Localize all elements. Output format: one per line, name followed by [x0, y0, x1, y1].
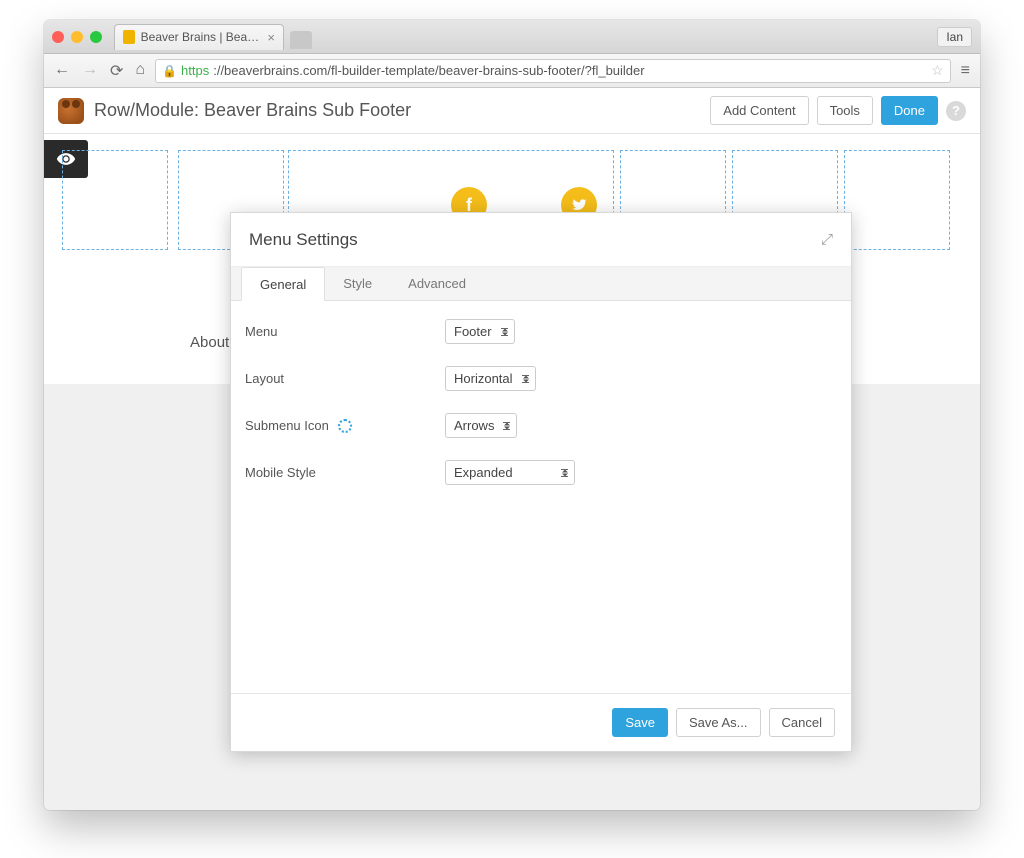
modal-tabs: General Style Advanced [231, 267, 851, 301]
menu-label: Menu [245, 324, 445, 339]
url-input[interactable]: 🔒 https ://beaverbrains.com/fl-builder-te… [155, 59, 951, 83]
modal-header: Menu Settings ⤢ [231, 213, 851, 267]
field-mobile-style: Mobile Style Expanded [245, 460, 837, 485]
back-icon[interactable]: ← [54, 61, 70, 81]
window-controls [52, 31, 102, 43]
favicon-icon [123, 30, 135, 44]
cancel-button[interactable]: Cancel [769, 708, 835, 737]
forward-icon[interactable]: → [82, 61, 98, 81]
page-viewport: Row/Module: Beaver Brains Sub Footer Add… [44, 88, 980, 810]
help-icon[interactable]: ? [946, 101, 966, 121]
menu-settings-modal: Menu Settings ⤢ General Style Advanced M… [230, 212, 852, 752]
lock-icon: 🔒 [162, 64, 177, 78]
browser-tab[interactable]: Beaver Brains | Beaver Bra × [114, 24, 284, 50]
layout-select[interactable]: Horizontal [445, 366, 536, 391]
field-menu: Menu Footer [245, 319, 837, 344]
save-as-button[interactable]: Save As... [676, 708, 761, 737]
column-placeholder[interactable] [62, 150, 168, 250]
about-label: About [190, 334, 229, 351]
url-https: https [181, 63, 209, 78]
browser-window: Beaver Brains | Beaver Bra × Ian ← → ⟳ ⌂… [44, 20, 980, 810]
mobile-style-select[interactable]: Expanded [445, 460, 575, 485]
submenu-icon-select[interactable]: Arrows [445, 413, 517, 438]
tab-advanced[interactable]: Advanced [390, 267, 484, 300]
loading-spinner-icon [338, 419, 352, 433]
modal-body: Menu Footer Layout Horizontal Submenu Ic… [231, 301, 851, 693]
done-button[interactable]: Done [881, 96, 938, 125]
new-tab-button[interactable] [290, 31, 312, 49]
add-content-button[interactable]: Add Content [710, 96, 808, 125]
tab-style[interactable]: Style [325, 267, 390, 300]
modal-title: Menu Settings [249, 230, 358, 250]
menu-icon[interactable]: ≡ [961, 62, 970, 80]
beaver-logo-icon [58, 98, 84, 124]
tools-button[interactable]: Tools [817, 96, 873, 125]
home-icon[interactable]: ⌂ [135, 61, 145, 81]
chevron-updown-icon [504, 422, 510, 429]
submenu-icon-label: Submenu Icon [245, 418, 445, 434]
window-close-button[interactable] [52, 31, 64, 43]
reload-icon[interactable]: ⟳ [110, 61, 123, 81]
column-placeholder[interactable] [844, 150, 950, 250]
window-maximize-button[interactable] [90, 31, 102, 43]
tab-general[interactable]: General [241, 267, 325, 301]
nav-icons: ← → ⟳ ⌂ [54, 61, 145, 81]
browser-addressbar: ← → ⟳ ⌂ 🔒 https ://beaverbrains.com/fl-bu… [44, 54, 980, 88]
page-title: Row/Module: Beaver Brains Sub Footer [94, 100, 411, 121]
chevron-updown-icon [523, 375, 529, 382]
layout-label: Layout [245, 371, 445, 386]
profile-button[interactable]: Ian [937, 27, 972, 47]
chevron-updown-icon [502, 328, 508, 335]
url-rest: ://beaverbrains.com/fl-builder-template/… [213, 63, 644, 78]
tab-close-icon[interactable]: × [267, 30, 275, 45]
browser-tabbar: Beaver Brains | Beaver Bra × Ian [44, 20, 980, 54]
builder-toolbar: Row/Module: Beaver Brains Sub Footer Add… [44, 88, 980, 134]
window-minimize-button[interactable] [71, 31, 83, 43]
save-button[interactable]: Save [612, 708, 668, 737]
modal-footer: Save Save As... Cancel [231, 693, 851, 751]
tab-title: Beaver Brains | Beaver Bra [141, 30, 262, 44]
menu-select[interactable]: Footer [445, 319, 515, 344]
chevron-updown-icon [562, 469, 568, 476]
builder-actions: Add Content Tools Done ? [710, 96, 966, 125]
expand-icon[interactable]: ⤢ [821, 231, 833, 248]
bookmark-star-icon[interactable]: ☆ [931, 62, 944, 79]
mobile-style-label: Mobile Style [245, 465, 445, 480]
field-layout: Layout Horizontal [245, 366, 837, 391]
field-submenu-icon: Submenu Icon Arrows [245, 413, 837, 438]
